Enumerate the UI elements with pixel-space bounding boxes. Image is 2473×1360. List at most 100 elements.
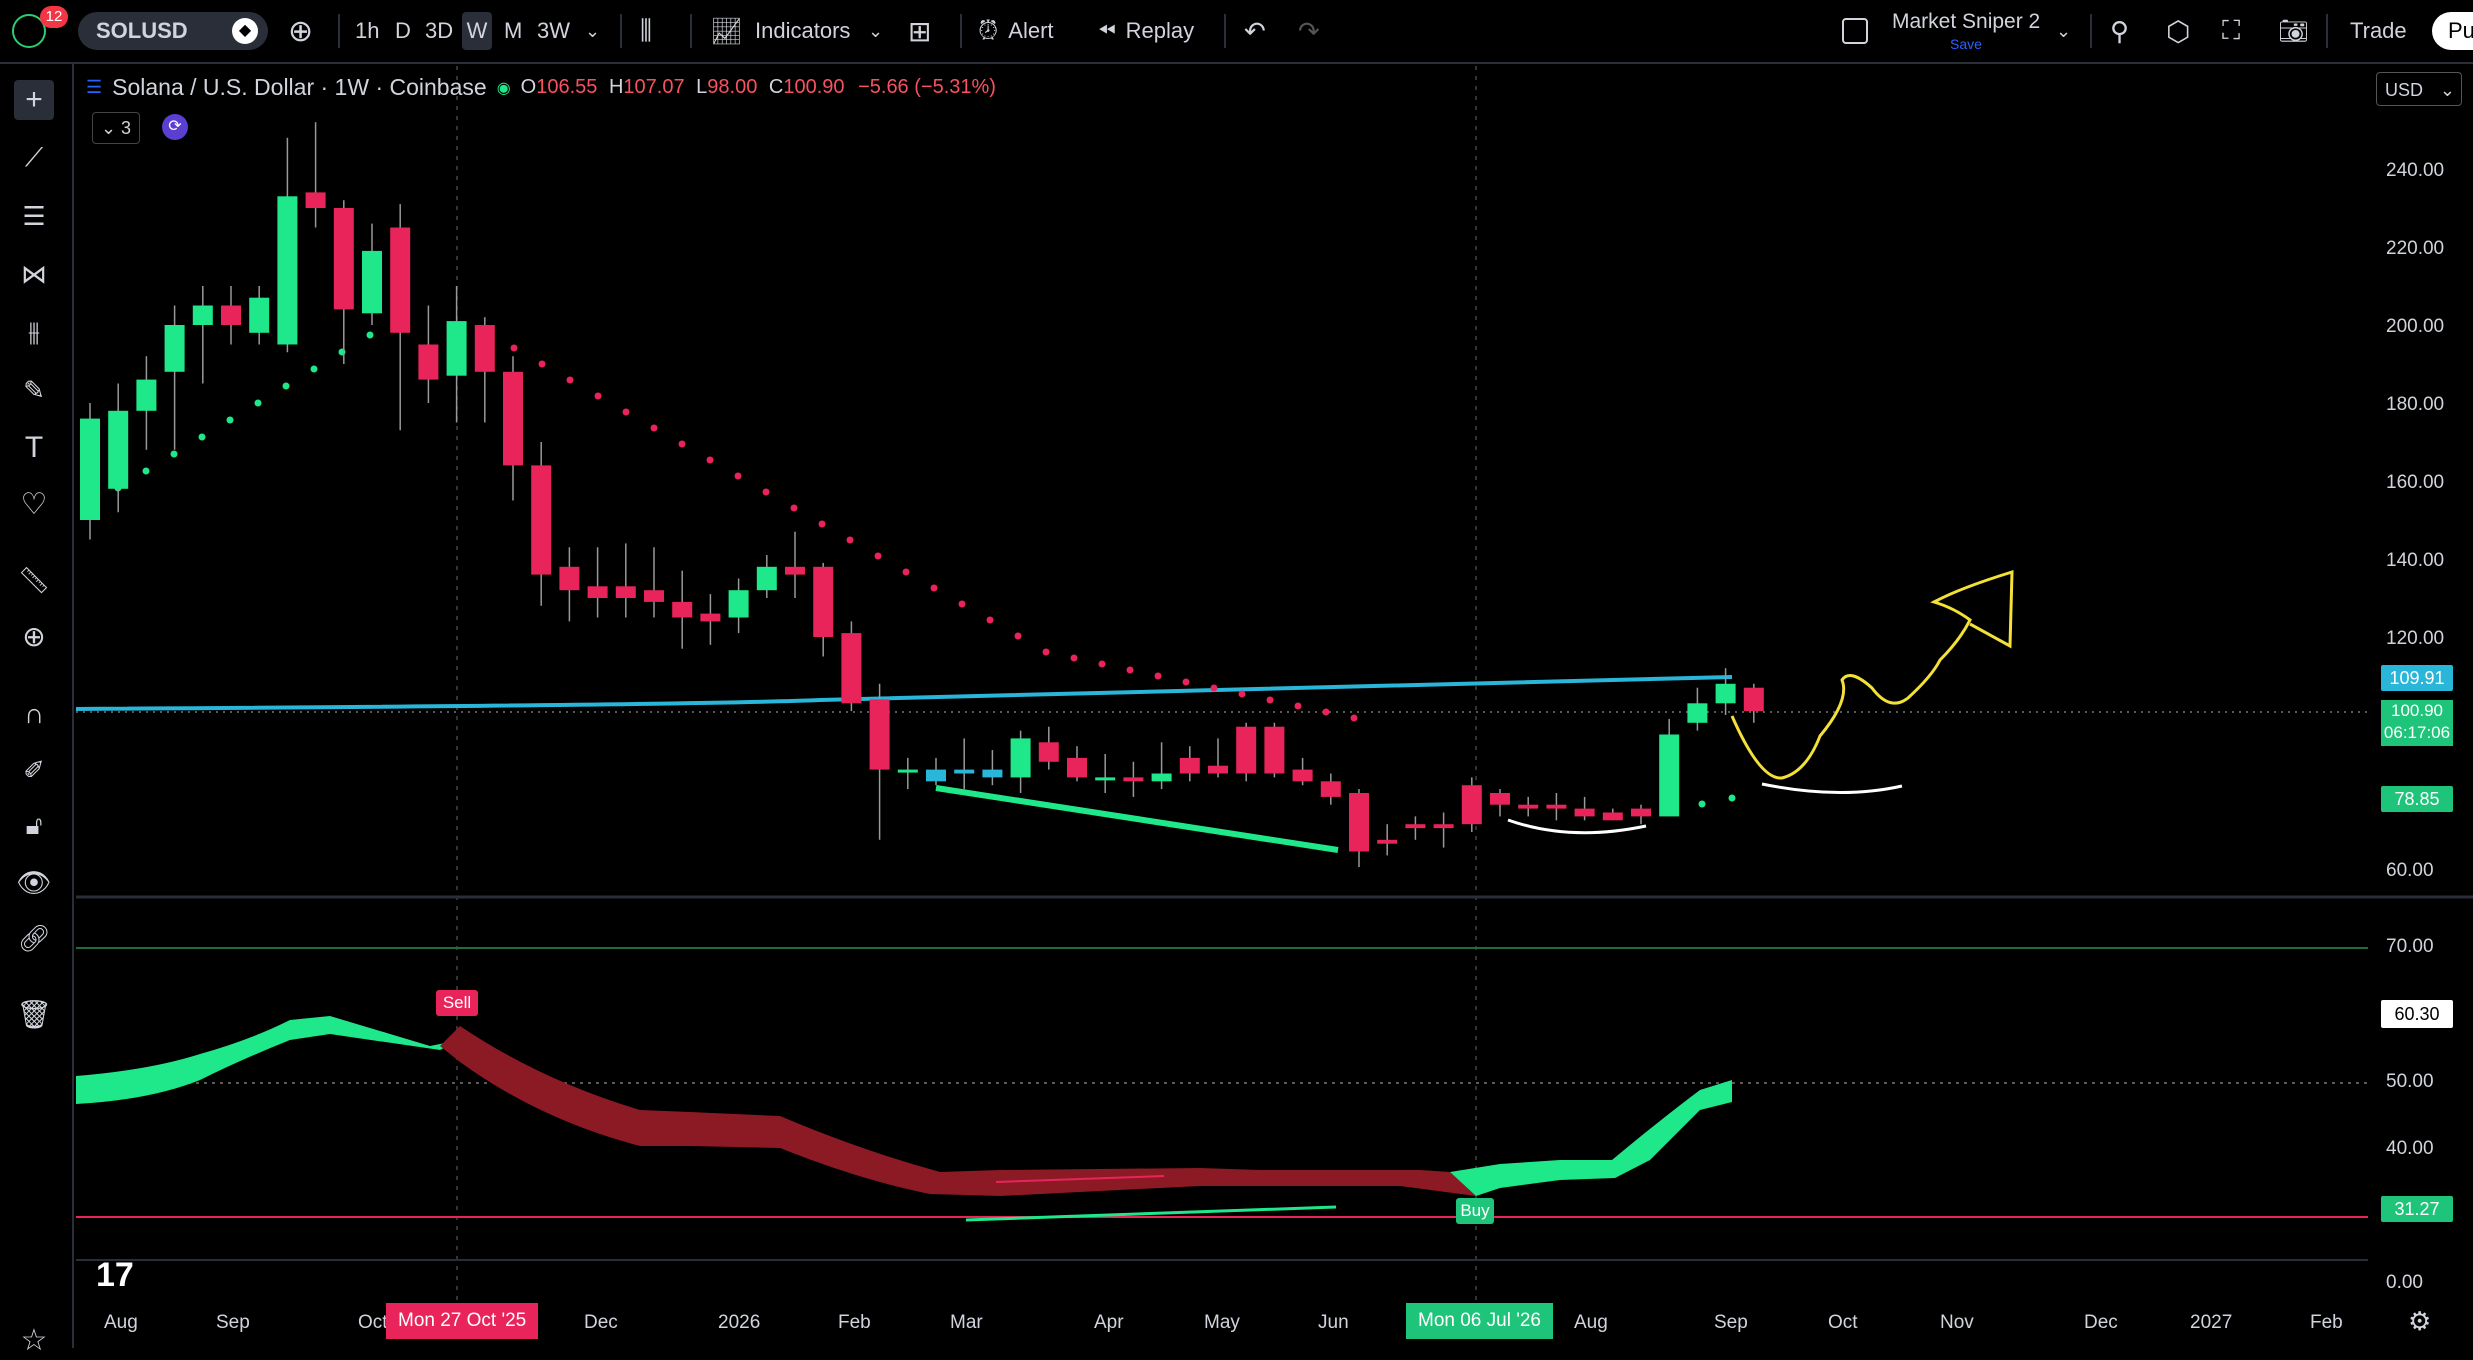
candle-body xyxy=(1151,773,1172,782)
candle-body xyxy=(869,699,890,770)
sar-dot xyxy=(510,344,518,352)
time-tick: 2027 xyxy=(2190,1312,2233,1333)
time-tick: Aug xyxy=(104,1312,138,1333)
candles xyxy=(80,122,1764,868)
sar-dot xyxy=(538,360,546,368)
candle-body xyxy=(1236,726,1257,774)
candle-body xyxy=(1631,808,1651,817)
sar-dot xyxy=(1698,800,1706,808)
sar-dot xyxy=(762,488,770,496)
last-price-value: 100.90 xyxy=(2391,701,2443,720)
currency-select[interactable]: USD ⌄ xyxy=(2376,72,2462,106)
candle-body xyxy=(503,371,523,466)
market-status-icon: ◉ xyxy=(496,79,511,97)
sar-dot xyxy=(1266,696,1274,704)
candle-body xyxy=(418,344,439,380)
time-tick: Dec xyxy=(2084,1312,2118,1333)
sar-dot xyxy=(1294,702,1302,710)
time-tick: Jun xyxy=(1318,1312,1349,1333)
sar-dot xyxy=(1014,632,1022,640)
parabolic-sar-dots xyxy=(86,328,1736,810)
time-tick: May xyxy=(1204,1312,1240,1333)
sar-price-tag: 78.85 xyxy=(2381,786,2453,812)
ma-price-tag: 109.91 xyxy=(2381,665,2453,691)
candle-body xyxy=(1038,742,1059,762)
candle-body xyxy=(1123,777,1144,782)
sar-dot xyxy=(1154,672,1162,680)
tradingview-logo: 17 xyxy=(96,1256,134,1294)
osc-tick: 50.00 xyxy=(2386,1071,2434,1092)
sar-dot xyxy=(622,408,630,416)
candle-body xyxy=(897,769,918,773)
osc-tick: 40.00 xyxy=(2386,1138,2434,1159)
price-tick: 140.00 xyxy=(2386,550,2445,571)
osc-band-green-2 xyxy=(1450,1080,1732,1196)
candle-body xyxy=(1490,793,1510,805)
legend-title[interactable]: Solana / U.S. Dollar · 1W · Coinbase xyxy=(112,74,487,101)
candle-body xyxy=(249,297,270,333)
sar-dot xyxy=(846,536,854,544)
candle-body xyxy=(531,465,552,575)
candle-body xyxy=(80,418,100,520)
time-axis-settings-icon[interactable]: ⚙ xyxy=(2408,1306,2431,1337)
osc-tick: 70.00 xyxy=(2386,936,2434,957)
cursor-date-label-1: Mon 27 Oct '25 xyxy=(386,1303,539,1339)
sar-dot xyxy=(678,440,686,448)
candle-body xyxy=(785,566,805,575)
sar-dot xyxy=(818,520,826,528)
time-tick: Nov xyxy=(1940,1312,1974,1333)
candle-body xyxy=(1461,785,1482,825)
candle-body xyxy=(277,196,298,345)
indicators-collapse-button[interactable]: ⌄ 3 xyxy=(92,112,140,144)
base-arc-1 xyxy=(1507,818,1647,835)
candle-body xyxy=(1433,824,1454,829)
sar-dot xyxy=(594,392,602,400)
time-tick: Sep xyxy=(1714,1312,1748,1333)
time-tick: Mar xyxy=(950,1312,983,1333)
candle-body xyxy=(1405,824,1426,829)
candle-body xyxy=(1179,757,1200,774)
candle-body xyxy=(926,769,946,782)
candle-body xyxy=(982,769,1003,778)
candle-body xyxy=(108,410,129,489)
candle-body xyxy=(672,601,693,618)
sar-dot xyxy=(902,568,910,576)
price-tick: 160.00 xyxy=(2386,472,2445,493)
candle-body xyxy=(1208,765,1228,774)
time-tick: Sep xyxy=(216,1312,250,1333)
candle-body xyxy=(813,566,834,637)
sar-dot xyxy=(1070,654,1078,662)
price-tick: 200.00 xyxy=(2386,316,2445,337)
cursor-date-label-2: Mon 06 Jul '26 xyxy=(1406,1303,1553,1339)
currency-chevron-icon: ⌄ xyxy=(2439,80,2455,100)
price-tick: 120.00 xyxy=(2386,628,2445,649)
sar-dot xyxy=(1042,648,1050,656)
candle-body xyxy=(841,633,862,704)
candle-body xyxy=(474,325,495,372)
candle-body xyxy=(390,227,411,333)
candle-body xyxy=(333,208,354,310)
sar-dot xyxy=(1098,660,1106,668)
osc-tick: 0.00 xyxy=(2386,1272,2423,1293)
chart-legend: ☰ Solana / U.S. Dollar · 1W · Coinbase ◉… xyxy=(86,74,996,101)
candle-body xyxy=(954,769,975,774)
osc-value-tag: 60.30 xyxy=(2381,1000,2453,1028)
currency-label: USD xyxy=(2385,80,2424,100)
candle-body xyxy=(1743,687,1764,712)
candle-body xyxy=(587,586,608,598)
sar-dot xyxy=(1322,708,1330,716)
osc-band-red xyxy=(440,1026,1476,1196)
base-arc-2 xyxy=(1761,782,1903,794)
sar-dot xyxy=(1126,666,1134,674)
time-tick: Feb xyxy=(838,1312,871,1333)
sync-icon[interactable]: ⟳ xyxy=(162,114,188,140)
price-chart[interactable] xyxy=(0,0,2473,1348)
sar-dot xyxy=(282,382,290,390)
sar-dot xyxy=(566,376,574,384)
sar-dot xyxy=(874,552,882,560)
candle-body xyxy=(1264,726,1285,774)
sar-dot xyxy=(986,616,994,624)
candle-body xyxy=(1095,777,1116,781)
time-tick: 2026 xyxy=(718,1312,761,1333)
price-tick: 220.00 xyxy=(2386,238,2445,259)
